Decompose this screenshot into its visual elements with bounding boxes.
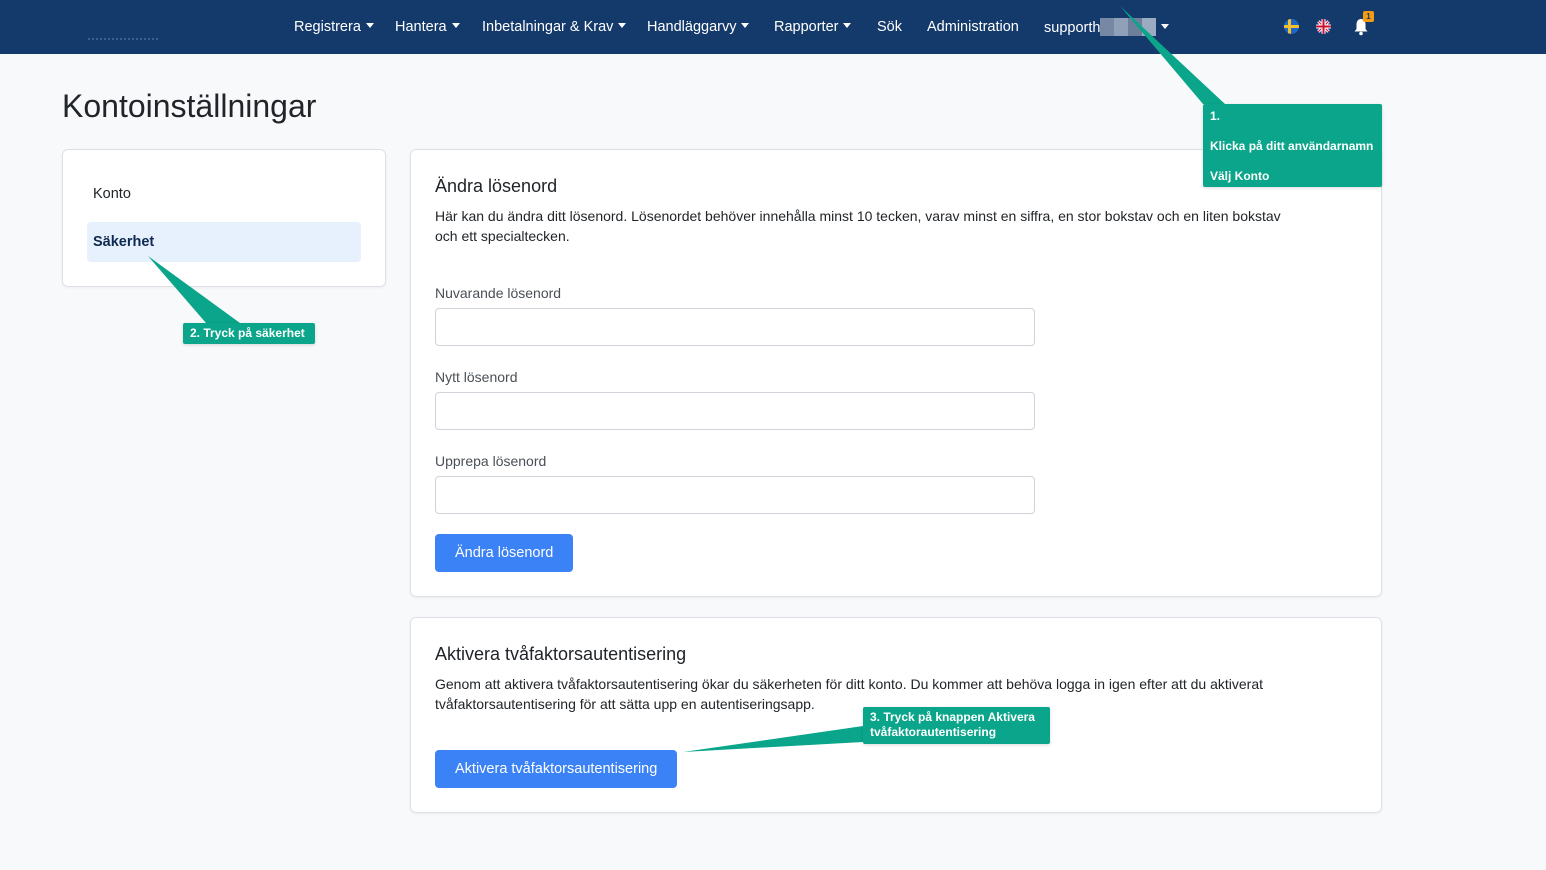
- change-password-button[interactable]: Ändra lösenord: [435, 534, 574, 572]
- activate-two-factor-button[interactable]: Aktivera tvåfaktorsautentisering: [435, 750, 678, 788]
- top-navbar: Registrera Hantera Inbetalningar & Krav …: [0, 0, 1546, 54]
- notification-badge: 1: [1363, 11, 1374, 22]
- brand-logo[interactable]: [88, 38, 158, 42]
- chevron-down-icon: [741, 23, 750, 28]
- new-password-label: Nytt lösenord: [435, 369, 518, 385]
- nav-hantera[interactable]: Hantera: [395, 18, 460, 36]
- flag-se-icon[interactable]: [1284, 19, 1299, 34]
- callout-step-3: 3. Tryck på knappen Aktivera tvåfaktorau…: [863, 707, 1050, 744]
- nav-inbetalningar-label: Inbetalningar & Krav: [482, 19, 614, 35]
- repeat-password-label: Upprepa lösenord: [435, 453, 547, 469]
- nav-handlaggarvy[interactable]: Handläggarvy: [647, 18, 750, 36]
- nav-administration[interactable]: Administration: [927, 18, 1019, 36]
- nav-registrera-label: Registrera: [294, 19, 361, 35]
- callout-1-line1: 1.: [1210, 109, 1221, 123]
- callout-step-1: 1. Klicka på ditt användarnamn Välj Kont…: [1203, 104, 1382, 187]
- two-factor-title: Aktivera tvåfaktorsautentisering: [435, 644, 687, 664]
- repeat-password-input[interactable]: [435, 476, 1035, 514]
- settings-sidebar: Konto Säkerhet: [62, 149, 386, 287]
- sidebar-item-konto[interactable]: Konto: [87, 174, 361, 214]
- nav-sok[interactable]: Sök: [877, 18, 902, 36]
- nav-handlaggarvy-label: Handläggarvy: [647, 19, 737, 35]
- change-password-title: Ändra lösenord: [435, 176, 558, 196]
- current-password-input[interactable]: [435, 308, 1035, 346]
- chevron-down-icon: [451, 23, 460, 28]
- current-password-label: Nuvarande lösenord: [435, 285, 562, 301]
- redacted-username: [1100, 18, 1157, 36]
- chevron-down-icon: [365, 23, 374, 28]
- flag-gb-icon[interactable]: [1316, 19, 1331, 34]
- chevron-down-icon: [1161, 24, 1170, 29]
- user-menu[interactable]: supporth: [1044, 18, 1170, 37]
- change-password-card: Ändra lösenord Här kan du ändra ditt lös…: [410, 149, 1382, 597]
- chevron-down-icon: [843, 23, 852, 28]
- page-title: Kontoinställningar: [62, 88, 317, 124]
- chevron-down-icon: [618, 23, 627, 28]
- nav-rapporter-label: Rapporter: [774, 19, 839, 35]
- nav-registrera[interactable]: Registrera: [294, 18, 374, 36]
- callout-1-line2: Klicka på ditt användarnamn: [1210, 139, 1374, 153]
- callout-1-line3: Välj Konto: [1210, 169, 1270, 183]
- sidebar-item-sakerhet[interactable]: Säkerhet: [87, 222, 361, 262]
- nav-hantera-label: Hantera: [395, 19, 447, 35]
- username-label: supporth: [1044, 20, 1101, 36]
- change-password-description: Här kan du ändra ditt lösenord. Lösenord…: [435, 208, 1281, 244]
- new-password-input[interactable]: [435, 392, 1035, 430]
- nav-inbetalningar[interactable]: Inbetalningar & Krav: [482, 18, 627, 36]
- nav-rapporter[interactable]: Rapporter: [774, 18, 852, 36]
- callout-step-2: 2. Tryck på säkerhet: [183, 323, 315, 344]
